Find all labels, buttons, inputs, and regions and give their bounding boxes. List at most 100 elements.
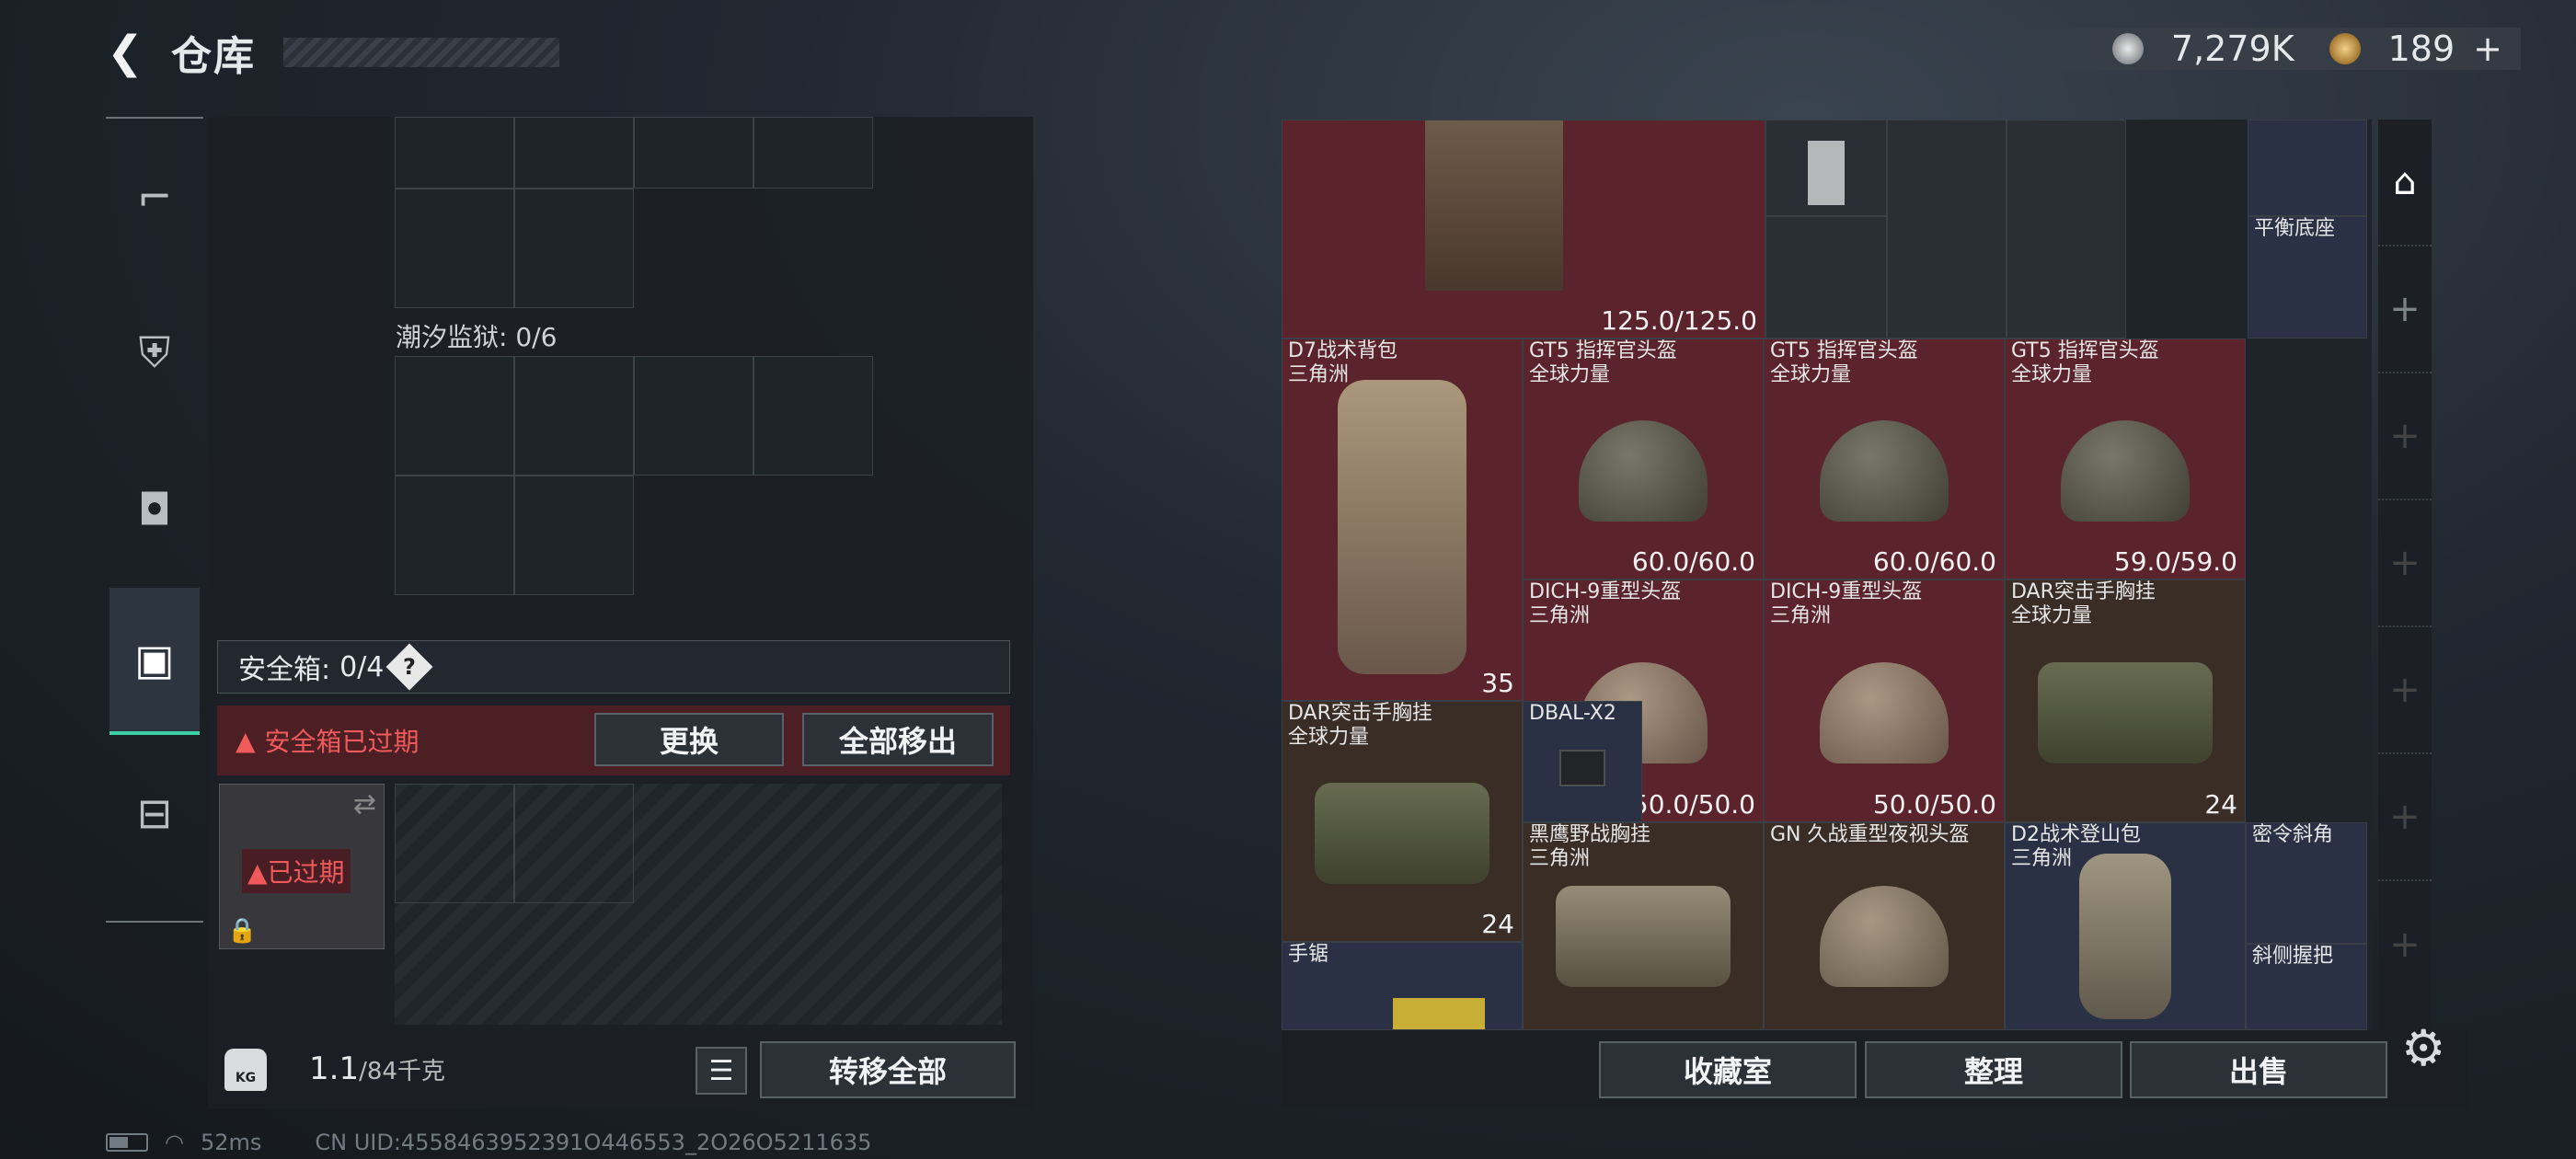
stash-item[interactable]: 125.0/125.0 [1282,120,1765,339]
weight-bar: KG 1.1/84千克 ☰ 转移全部 [208,1030,1033,1108]
add-currency-button[interactable]: + [2473,29,2502,69]
add-stash-tab[interactable]: + [2378,627,2432,754]
stash-tabs: ⌂ + + + + + + [2378,120,2432,1030]
help-icon[interactable]: ? [385,643,433,691]
grid-slot[interactable] [514,356,634,476]
sort-button[interactable]: 整理 [1865,1041,2122,1098]
stash-item[interactable]: GT5 指挥官头盔 全球力量 60.0/60.0 [1764,339,2005,580]
grid-slot[interactable] [395,189,514,308]
stash-item[interactable]: 斜侧握把 [2246,944,2367,1030]
grid-slot[interactable] [514,784,634,903]
grid-slot[interactable] [753,117,873,189]
tactical-light-image [1559,749,1605,786]
container-grid-top-2 [395,189,873,308]
toolbox-icon: ⊟ [136,788,173,838]
safe-box-count: 0/4 [339,650,385,683]
wifi-icon: ◠ [165,1130,184,1155]
safe-box-header: 安全箱: 0/4 ? [217,640,1010,694]
stash-item[interactable]: GT5 指挥官头盔 全球力量 60.0/60.0 [1523,339,1764,580]
uid-text: CN UID:4558463952391O446553_2O26O5211635 [315,1130,872,1155]
grid-slot[interactable] [634,356,753,476]
stash-item[interactable]: DAR突击手胸挂 全球力量 24 [1282,701,1523,942]
expired-warning-text: 安全箱已过期 [264,727,420,757]
add-stash-tab[interactable]: + [2378,500,2432,627]
weight-icon: KG [224,1049,267,1091]
stash-item[interactable]: DBAL-X2 [1523,701,1642,822]
add-stash-tab[interactable]: + [2378,247,2432,373]
armor-vest-icon: ⛨ [138,327,171,377]
swap-icon[interactable]: ⇄ [353,788,376,820]
backpack-icon: ◘ [137,485,172,534]
gold-amount: 189 [2387,29,2455,69]
stash-item[interactable] [2248,120,2367,216]
stash-item[interactable]: 平衡底座 [2248,216,2367,339]
ping-text: 52ms [200,1130,262,1155]
backpack-image [2079,854,2171,1020]
stash-item[interactable]: DAR突击手胸挂 全球力量 24 [2005,580,2246,822]
sell-button[interactable]: 出售 [2130,1041,2387,1098]
weight-readout: 1.1/84千克 [309,1050,445,1087]
grid-slot[interactable] [395,117,514,189]
stash-item[interactable]: 手锯 [1282,942,1523,1030]
collection-room-button[interactable]: 收藏室 [1599,1041,1857,1098]
grid-slot[interactable] [514,476,634,595]
stash-action-bar: 收藏室 整理 出售 [1282,1030,2468,1108]
stash-item[interactable]: DICH-9重型头盔 三角洲 50.0/50.0 [1764,580,2005,822]
stash-item[interactable]: GN 久战重型夜视头盔 [1764,822,2005,1030]
stash-item[interactable]: D7战术背包 三角洲 35 [1282,339,1523,701]
safe-box-thumbnail[interactable]: ⇄ ▲已过期 🔒 [219,784,385,949]
safe-box-icon: ▣ [134,635,175,684]
grid-slot[interactable] [753,356,873,476]
nav-tools[interactable]: ⊟ [106,735,203,891]
grid-slot[interactable] [514,189,634,308]
grid-slot[interactable] [395,784,514,903]
nav-armor[interactable]: ⛨ [106,275,203,431]
chest-rig-image [2038,662,2213,764]
stash-item[interactable] [1765,120,1887,216]
grid-slot[interactable] [395,356,514,476]
nav-weapons[interactable]: ⌐ [106,119,203,275]
move-all-out-button[interactable]: 全部移出 [802,713,994,766]
chest-rig-image [1556,886,1731,988]
left-category-nav: ⌐ ⛨ ◘ ▣ ⊟ [106,117,203,923]
stash-item[interactable]: GT5 指挥官头盔 全球力量 59.0/59.0 [2005,339,2246,580]
chest-rig-image [1315,783,1489,884]
nav-safe-box[interactable]: ▣ [109,588,200,735]
gear-icon[interactable]: ⚙ [2401,1019,2445,1077]
add-stash-tab[interactable]: + [2378,373,2432,500]
grid-slot[interactable] [395,476,514,595]
transfer-all-button[interactable]: 转移全部 [760,1041,1016,1098]
status-footer: ◠ 52ms CN UID:4558463952391O446553_2O26O… [106,1130,871,1155]
safe-box-slots [395,784,873,903]
list-icon[interactable]: ☰ [696,1047,747,1095]
stash-slot[interactable] [2007,120,2126,339]
add-stash-tab[interactable]: + [2378,754,2432,881]
back-arrow-icon[interactable]: ❮ [101,27,149,78]
helmet-image [2061,420,2190,522]
safe-box-grid [395,784,1002,1025]
helmet-image [1579,420,1708,522]
silver-amount: 7,279K [2170,29,2294,69]
stash-panel: 125.0/125.0 平衡底座 D7战术背包 三角洲 35 GT5 指挥官头盔… [1282,120,2372,1030]
grid-slot[interactable] [634,117,753,189]
helmet-image [1820,662,1949,764]
stash-item[interactable]: 密令斜角 [2246,822,2367,944]
stash-item[interactable]: D2战术登山包 三角洲 [2005,822,2246,1030]
tidal-prison-label: 潮汐监狱: 0/6 [396,322,558,352]
stash-slot[interactable] [1765,216,1887,339]
nvg-helmet-image [1820,886,1949,988]
safe-box-expired-bar: ▲ 安全箱已过期 更换 全部移出 [217,706,1010,775]
add-stash-tab[interactable]: + [2378,881,2432,1008]
gold-coin-icon [2329,33,2361,64]
title-decoration [283,38,559,67]
safe-box-label: 安全箱: [238,654,331,686]
stash-slot[interactable] [1887,120,2007,339]
battery-icon [106,1133,148,1152]
saw-image [1393,998,1485,1029]
nav-backpack[interactable]: ◘ [106,431,203,588]
tidal-prison-grid [395,356,873,595]
stash-tab-main[interactable]: ⌂ [2378,120,2432,247]
replace-button[interactable]: 更换 [594,713,784,766]
grid-slot[interactable] [514,117,634,189]
stash-item[interactable]: 黑鹰野战胸挂 三角洲 [1523,822,1764,1030]
